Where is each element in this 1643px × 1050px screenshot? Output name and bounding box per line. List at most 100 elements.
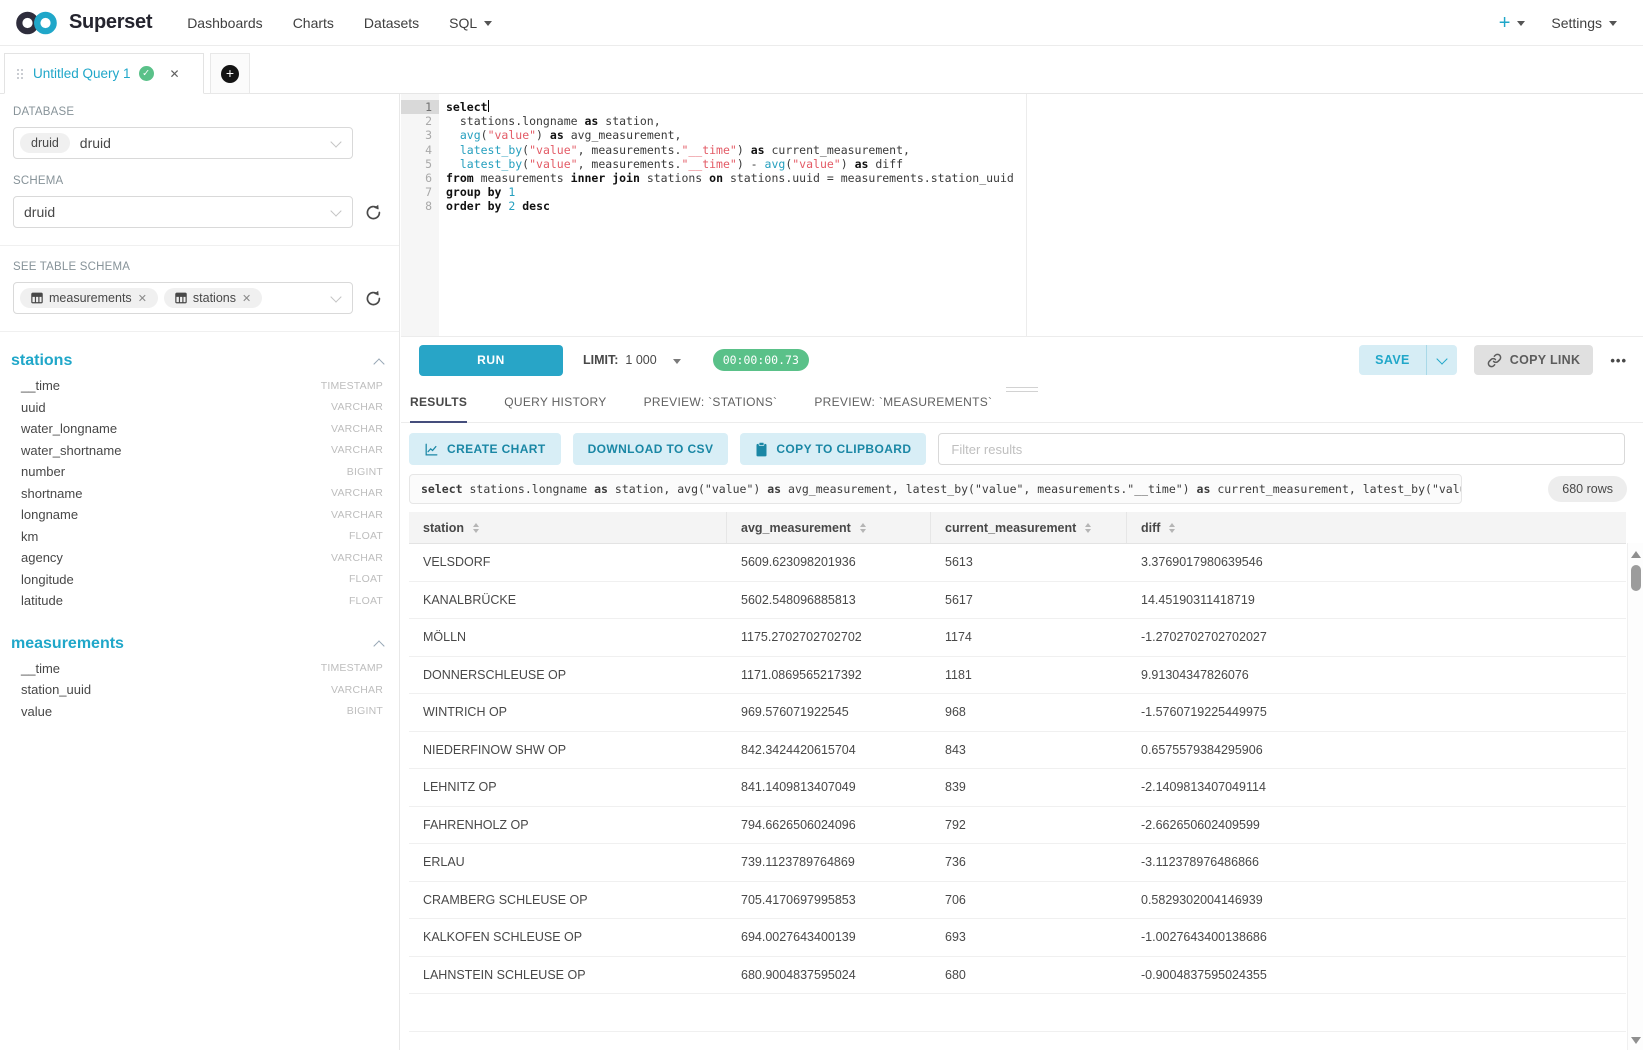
new-item-menu[interactable]: + (1499, 13, 1526, 33)
copy-to-clipboard-button[interactable]: COPY TO CLIPBOARD (740, 433, 926, 465)
cell: KALKOFEN SCHLEUSE OP (409, 919, 727, 956)
add-tab-button[interactable]: + (210, 53, 250, 94)
cell: ERLAU (409, 844, 727, 881)
cell: -2.662650602409599 (1127, 807, 1626, 844)
sort-icon[interactable] (1085, 523, 1091, 533)
tab-query-history[interactable]: QUERY HISTORY (504, 395, 606, 422)
column-header-label: diff (1141, 521, 1160, 535)
settings-label: Settings (1551, 15, 1602, 31)
download-csv-button[interactable]: DOWNLOAD TO CSV (573, 433, 729, 465)
cell: DONNERSCHLEUSE OP (409, 657, 727, 694)
table-row: LAHNSTEIN SCHLEUSE OP680.900483759502468… (409, 957, 1626, 995)
nav-dashboards[interactable]: Dashboards (172, 15, 278, 31)
schema-column-row: station_uuidVARCHAR (0, 679, 399, 701)
scroll-down-icon[interactable] (1631, 1037, 1641, 1044)
filter-results-input[interactable] (938, 433, 1625, 465)
cell: 693 (931, 919, 1127, 956)
chart-icon (424, 442, 439, 457)
limit-dropdown[interactable]: LIMIT: 1 000 (583, 353, 681, 367)
column-header-station[interactable]: station (409, 512, 727, 543)
schema-table-header-stations[interactable]: stations (0, 347, 399, 375)
print-margin-line (1026, 94, 1027, 336)
tab-untitled-query[interactable]: Untitled Query 1 ✓ ✕ (4, 53, 204, 94)
copy-to-clipboard-label: COPY TO CLIPBOARD (776, 442, 911, 456)
sort-icon[interactable] (473, 523, 479, 533)
schema-table-header-measurements[interactable]: measurements (0, 630, 399, 658)
collapse-chevron-icon[interactable] (373, 358, 384, 369)
cell: 5609.623098201936 (727, 544, 931, 581)
close-tab-icon[interactable]: ✕ (170, 67, 180, 81)
code-line: from measurements inner join stations on… (446, 171, 1014, 185)
drag-handle-icon[interactable] (17, 69, 23, 79)
column-header-avg_measurement[interactable]: avg_measurement (727, 512, 931, 543)
run-button[interactable]: RUN (419, 345, 563, 376)
save-split-button[interactable]: SAVE (1359, 345, 1457, 375)
sort-icon[interactable] (1169, 523, 1175, 533)
chevron-down-icon (330, 291, 341, 302)
superset-brand[interactable]: Superset (14, 9, 152, 37)
schema-column-row: kmFLOAT (0, 526, 399, 548)
schema-column-row: agencyVARCHAR (0, 547, 399, 569)
scroll-up-icon[interactable] (1631, 551, 1641, 558)
gutter-line-number: 6 (401, 171, 439, 185)
sql-lab-main: 12345678 select stations.longname as sta… (401, 94, 1643, 1050)
cell: 5617 (931, 582, 1127, 619)
save-button[interactable]: SAVE (1359, 345, 1427, 375)
column-header-current_measurement[interactable]: current_measurement (931, 512, 1127, 543)
remove-chip-icon[interactable]: ✕ (242, 292, 251, 305)
table-row: FAHRENHOLZ OP794.6626506024096792-2.6626… (409, 807, 1626, 845)
results-scrollbar[interactable] (1627, 543, 1643, 1050)
column-name: latitude (21, 593, 63, 608)
executed-query-preview[interactable]: select stations.longname as station, avg… (409, 474, 1462, 504)
column-type: VARCHAR (331, 684, 383, 696)
column-name: longname (21, 507, 78, 522)
sort-icon[interactable] (860, 523, 866, 533)
pane-resize-handle[interactable] (1006, 387, 1038, 395)
query-tab-strip: Untitled Query 1 ✓ ✕ + (0, 46, 1643, 94)
scrollbar-thumb[interactable] (1631, 565, 1641, 591)
column-header-diff[interactable]: diff (1127, 512, 1626, 543)
chevron-down-icon (330, 205, 341, 216)
nav-datasets[interactable]: Datasets (349, 15, 434, 31)
settings-menu[interactable]: Settings (1551, 15, 1617, 31)
more-menu-icon[interactable]: ••• (1610, 353, 1627, 368)
table-chip-measurements[interactable]: measurements ✕ (20, 288, 158, 308)
database-select[interactable]: druid druid (13, 127, 353, 159)
nav-charts[interactable]: Charts (278, 15, 349, 31)
remove-chip-icon[interactable]: ✕ (138, 292, 147, 305)
refresh-tables-button[interactable] (364, 289, 383, 308)
editor-gutter: 12345678 (401, 94, 439, 336)
create-chart-button[interactable]: CREATE CHART (409, 433, 561, 465)
tab-preview-stations[interactable]: PREVIEW: `STATIONS` (644, 395, 778, 422)
cell: VELSDORF (409, 544, 727, 581)
tab-preview-measurements[interactable]: PREVIEW: `MEASUREMENTS` (814, 395, 992, 422)
limit-value: 1 000 (625, 353, 656, 367)
table-name: stations (11, 352, 72, 370)
cell: 0.5829302004146939 (1127, 882, 1626, 919)
nav-menu: Dashboards Charts Datasets SQL (172, 15, 507, 31)
schema-select[interactable]: druid (13, 196, 353, 228)
table-chip-stations[interactable]: stations ✕ (164, 288, 262, 308)
editor-code[interactable]: select stations.longname as station, avg… (439, 94, 1014, 336)
database-value: druid (80, 135, 111, 151)
sql-editor[interactable]: 12345678 select stations.longname as sta… (401, 94, 1643, 337)
tab-results[interactable]: RESULTS (410, 395, 467, 422)
table-name: measurements (11, 635, 124, 653)
save-options-caret[interactable] (1427, 358, 1457, 363)
nav-sql-menu[interactable]: SQL (434, 15, 507, 31)
table-schema-select[interactable]: measurements ✕ stations ✕ (13, 282, 353, 314)
cell: 792 (931, 807, 1127, 844)
cell: 706 (931, 882, 1127, 919)
cell: LEHNITZ OP (409, 769, 727, 806)
limit-label: LIMIT: (583, 353, 618, 367)
refresh-schemas-button[interactable] (364, 203, 383, 222)
top-navigation: Superset Dashboards Charts Datasets SQL … (0, 0, 1643, 46)
text-cursor (488, 100, 490, 112)
copy-link-button[interactable]: COPY LINK (1474, 345, 1594, 375)
cell: 5602.548096885813 (727, 582, 931, 619)
results-query-row: select stations.longname as station, avg… (409, 474, 1627, 504)
cell: -1.5760719225449975 (1127, 694, 1626, 731)
collapse-chevron-icon[interactable] (373, 640, 384, 651)
sql-lab-sidebar: DATABASE druid druid SCHEMA druid SEE TA… (0, 94, 400, 1050)
caret-down-icon (1609, 21, 1617, 26)
